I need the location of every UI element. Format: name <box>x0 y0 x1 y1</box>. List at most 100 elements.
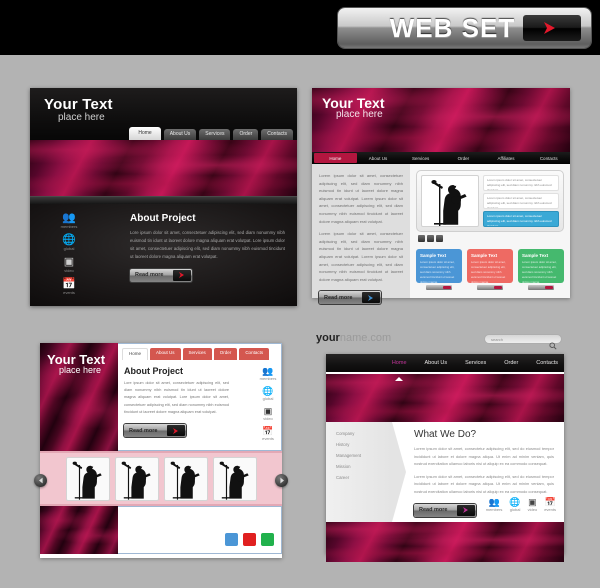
read-more-label: Read more <box>135 272 164 279</box>
sample-box-title: Sample Text <box>471 253 498 258</box>
template-light-content-panel: Your Text place here Home About Us Servi… <box>312 88 570 305</box>
nav-item-services[interactable]: Services <box>199 129 231 140</box>
thumbnail-button[interactable] <box>427 235 434 242</box>
panel3-nav: Home About Us Services Order Contacts <box>118 344 281 360</box>
color-swatch-blue[interactable] <box>225 533 238 546</box>
carousel-prev-button[interactable] <box>34 474 47 487</box>
featured-slider-widget: Lorem ipsum dolor sit amet, consectetuer… <box>416 170 564 232</box>
web-set-button[interactable]: WEB SET <box>338 8 591 48</box>
global-icon[interactable]: 🌐 global <box>509 497 520 512</box>
nav-item-home[interactable]: Home <box>392 360 407 366</box>
read-more-button[interactable] <box>477 285 503 290</box>
nav-item-contacts[interactable]: Contacts <box>261 129 293 140</box>
events-icon[interactable]: 📅 events <box>259 426 277 441</box>
nav-item-about-us[interactable]: About Us <box>163 129 197 140</box>
events-icon-label: events <box>63 290 75 295</box>
panel4-body: What We Do? Lorem ipsum dolor sit amet, … <box>392 422 564 522</box>
panel4-footer-banner <box>326 522 564 562</box>
search-placeholder: search <box>491 336 504 342</box>
read-more-button[interactable]: Read more <box>414 503 476 517</box>
carousel-slide[interactable] <box>65 456 110 501</box>
read-more-button[interactable] <box>426 285 452 290</box>
nav-item-services[interactable]: Services <box>182 348 212 360</box>
members-icon-label: members <box>259 376 277 381</box>
panel3-bottom <box>40 506 282 554</box>
nav-item-home[interactable]: Home <box>314 153 357 163</box>
nav-item-order[interactable]: Order <box>233 129 259 140</box>
nav-item-home[interactable]: Home <box>122 348 149 360</box>
events-icon[interactable]: 📅 events <box>52 278 86 295</box>
sidebar-item-career[interactable]: Career <box>336 475 392 480</box>
nav-item-about-us[interactable]: About Us <box>357 153 400 163</box>
nav-item-contacts[interactable]: Contacts <box>239 348 270 360</box>
color-swatch-red[interactable] <box>243 533 256 546</box>
search-input[interactable]: search <box>484 334 562 350</box>
sample-box-blue[interactable]: Sample Text Lorem ipsum dolor sit amet, … <box>416 249 462 283</box>
sample-box-title: Sample Text <box>420 253 447 258</box>
list-item[interactable]: Lorem ipsum dolor sit amet, consectetuer… <box>483 175 559 191</box>
nav-item-about-us[interactable]: About Us <box>425 360 448 366</box>
logo-line-1: Your Text <box>44 96 113 113</box>
nav-item-home[interactable]: Home <box>129 127 161 140</box>
global-icon-label: global <box>509 507 521 512</box>
chevron-right-icon <box>173 269 191 281</box>
sidebar-item-mission[interactable]: Mission <box>336 464 392 469</box>
panel3-icon-rail: 👥 members 🌐 global ▣ video 📅 events <box>259 366 277 446</box>
panel1-body: 👥 members 🌐 global ▣ video 📅 events Abou… <box>30 204 297 306</box>
thumbnail-button[interactable] <box>418 235 425 242</box>
panel2-nav: Home About Us Services Order Affiliates … <box>312 152 570 164</box>
panel2-paragraph-1: Lorem ipsum dolor sit amet, consectetuer… <box>319 173 403 224</box>
read-more-label: Read more <box>129 427 158 434</box>
read-more-button[interactable] <box>528 285 554 290</box>
nav-item-about-us[interactable]: About Us <box>150 348 181 360</box>
carousel-slide[interactable] <box>212 456 257 501</box>
nav-item-services[interactable]: Services <box>399 153 442 163</box>
panel4-content-card: Company History Management Mission Caree… <box>326 422 564 522</box>
video-icon[interactable]: ▣ video <box>52 256 86 273</box>
carousel-slide[interactable] <box>163 456 208 501</box>
events-icon[interactable]: 📅 events <box>544 497 556 512</box>
list-item[interactable]: Lorem ipsum dolor sit amet, consectetuer… <box>483 193 559 209</box>
read-more-button[interactable]: Read more <box>319 291 381 305</box>
panel1-title: About Project <box>130 213 196 224</box>
panel3-content: Home About Us Services Order Contacts Ab… <box>118 343 282 451</box>
nav-item-order[interactable]: Order <box>504 360 518 366</box>
chevron-right-icon[interactable] <box>523 15 581 41</box>
members-icon[interactable]: 👥 members <box>486 497 503 512</box>
list-item-text: Lorem ipsum dolor sit amet, consectetuer… <box>487 214 552 227</box>
thumbnail-button[interactable] <box>436 235 443 242</box>
nav-item-contacts[interactable]: Contacts <box>536 360 558 366</box>
nav-item-order[interactable]: Order <box>213 348 238 360</box>
global-icon[interactable]: 🌐 global <box>259 386 277 401</box>
sample-box-green[interactable]: Sample Text Lorem ipsum dolor sit amet, … <box>518 249 564 283</box>
panel4-paragraph-1: Lorem ipsum dolor sit amet, consectetur … <box>414 446 554 467</box>
video-icon[interactable]: ▣ video <box>528 497 538 512</box>
guitarist-silhouette-image[interactable] <box>421 175 479 227</box>
search-icon[interactable] <box>549 337 557 355</box>
video-icon[interactable]: ▣ video <box>259 406 277 421</box>
color-swatch-green[interactable] <box>261 533 274 546</box>
sidebar-item-history[interactable]: History <box>336 442 392 447</box>
global-icon-label: global <box>262 396 274 401</box>
nav-item-order[interactable]: Order <box>442 153 485 163</box>
logo-line-2: place here <box>59 365 102 375</box>
sidebar-item-management[interactable]: Management <box>336 453 392 458</box>
global-icon[interactable]: 🌐 global <box>52 234 86 251</box>
members-icon[interactable]: 👥 members <box>52 212 86 229</box>
chevron-right-icon <box>457 504 475 516</box>
members-icon[interactable]: 👥 members <box>259 366 277 381</box>
panel4-icon-row: 👥 members 🌐 global ▣ video 📅 events <box>486 497 556 517</box>
nav-item-contacts[interactable]: Contacts <box>527 153 570 163</box>
sample-box-red[interactable]: Sample Text Lorem ipsum dolor sit amet, … <box>467 249 513 283</box>
sidebar-item-company[interactable]: Company <box>336 431 392 436</box>
nav-item-affiliates[interactable]: Affiliates <box>485 153 528 163</box>
panel1-nav: Home About Us Services Order Contacts <box>129 127 293 140</box>
nav-item-services[interactable]: Services <box>465 360 486 366</box>
read-more-button[interactable]: Read more <box>130 268 192 282</box>
carousel-slide[interactable] <box>114 456 159 501</box>
panel3-top: Your Text place here Home About Us Servi… <box>40 343 282 451</box>
read-more-button[interactable]: Read more <box>124 424 186 438</box>
carousel-next-button[interactable] <box>275 474 288 487</box>
brand-light: name.com <box>339 332 392 344</box>
list-item-selected[interactable]: Lorem ipsum dolor sit amet, consectetuer… <box>483 211 559 227</box>
